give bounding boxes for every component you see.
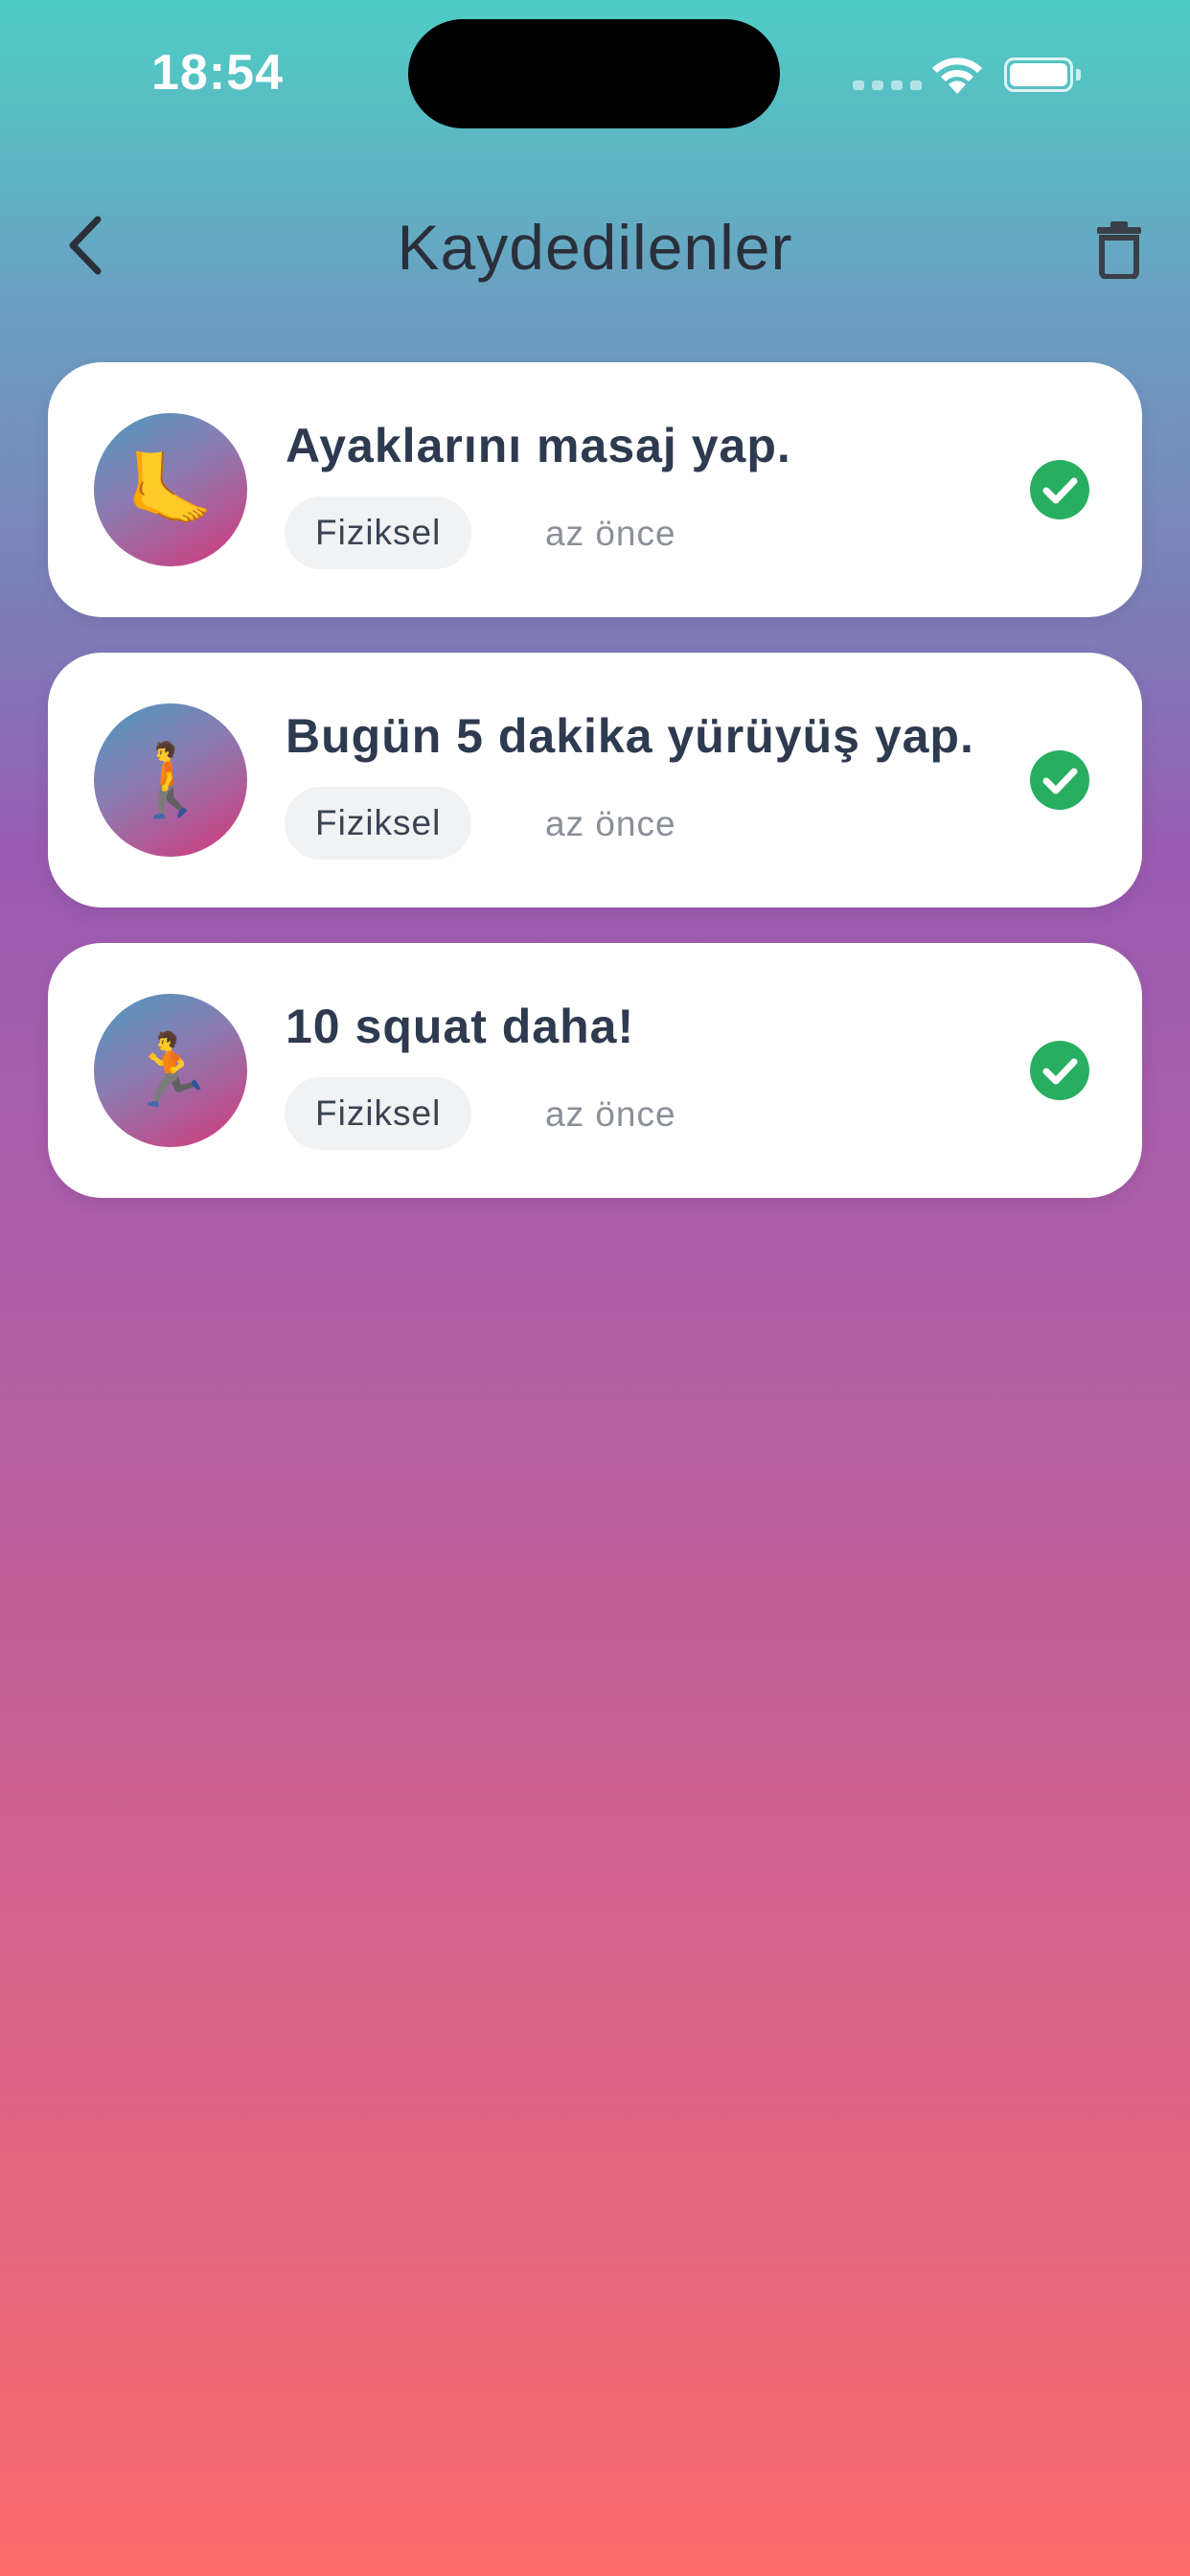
check-circle-icon[interactable] — [1030, 750, 1089, 810]
category-label: Fiziksel — [315, 803, 442, 842]
category-badge: Fiziksel — [285, 1077, 472, 1150]
cellular-signal-icon — [853, 80, 922, 90]
check-circle-icon[interactable] — [1030, 1041, 1089, 1100]
category-label: Fiziksel — [315, 1093, 442, 1133]
item-avatar: 🏃 — [94, 994, 247, 1147]
saved-item-card[interactable]: 🚶 Bugün 5 dakika yürüyüş yap. Fiziksel a… — [48, 653, 1142, 908]
item-title: 10 squat daha! — [286, 1000, 635, 1053]
delete-all-button[interactable] — [1079, 209, 1159, 289]
saved-item-card[interactable]: 🏃 10 squat daha! Fiziksel az önce — [48, 943, 1142, 1198]
saved-items-list: 🦶 Ayaklarını masaj yap. Fiziksel az önce… — [48, 362, 1142, 1233]
category-label: Fiziksel — [315, 513, 442, 552]
nav-header: Kaydedilenler — [0, 182, 1190, 307]
status-bar: 18:54 — [0, 0, 1190, 144]
item-timestamp: az önce — [545, 1094, 676, 1134]
status-time: 18:54 — [151, 45, 284, 101]
item-avatar: 🦶 — [94, 413, 247, 566]
wifi-icon — [932, 58, 982, 94]
battery-icon — [1004, 58, 1083, 92]
page-title: Kaydedilenler — [397, 212, 793, 283]
item-timestamp: az önce — [545, 804, 676, 843]
category-badge: Fiziksel — [285, 787, 472, 860]
dynamic-island — [408, 19, 780, 128]
item-timestamp: az önce — [545, 514, 676, 553]
trash-icon — [1097, 221, 1141, 279]
item-title: Bugün 5 dakika yürüyüş yap. — [286, 709, 974, 763]
saved-item-card[interactable]: 🦶 Ayaklarını masaj yap. Fiziksel az önce — [48, 362, 1142, 617]
item-title: Ayaklarını masaj yap. — [286, 419, 791, 472]
item-avatar: 🚶 — [94, 703, 247, 857]
check-circle-icon[interactable] — [1030, 460, 1089, 519]
category-badge: Fiziksel — [285, 496, 472, 569]
